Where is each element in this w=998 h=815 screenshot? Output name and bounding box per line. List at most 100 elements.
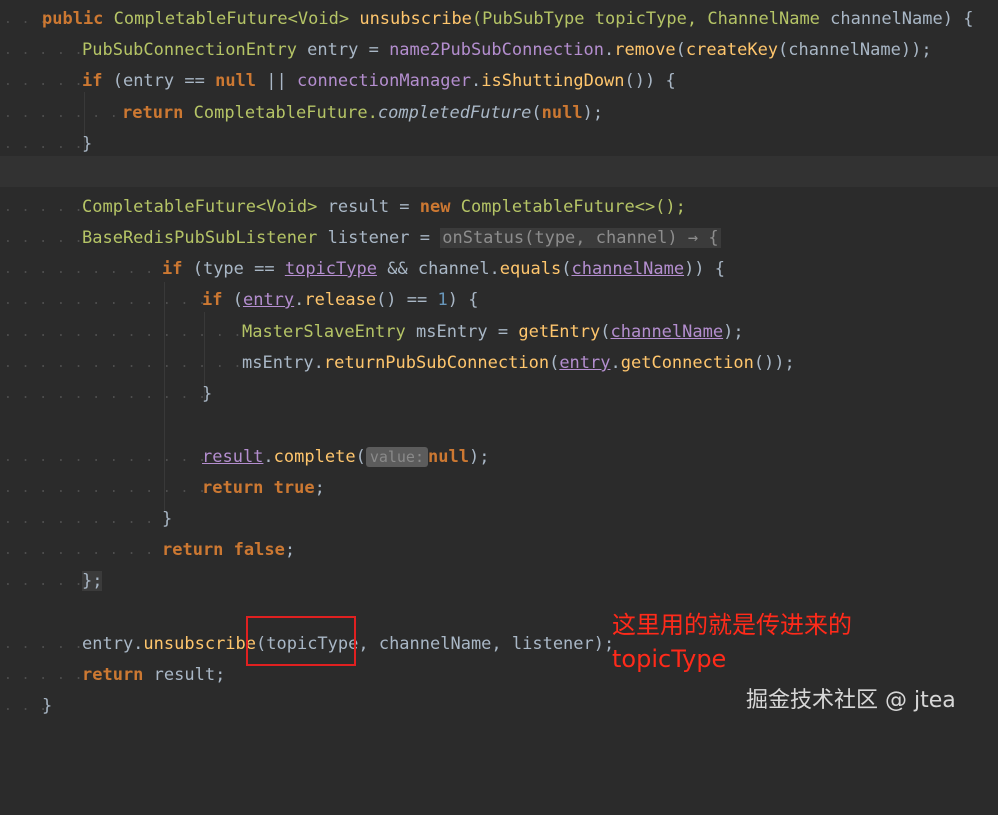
code-text: ( xyxy=(561,259,572,279)
code-text: entry = xyxy=(296,40,390,60)
code-text: msEntry = xyxy=(405,322,519,342)
code-text: ()) { xyxy=(624,71,676,91)
lambda-folded[interactable]: onStatus(type, channel) → { xyxy=(440,228,721,248)
keyword: public xyxy=(42,9,104,29)
code-line-10[interactable]: . . . . . . . . . . . . . . . . . . . . … xyxy=(0,285,998,316)
watermark: 掘金技术社区 @ jtea xyxy=(746,688,956,713)
keyword: true xyxy=(273,478,315,498)
code-line-9[interactable]: . . . . . . . . . . . . . . . . if (type… xyxy=(0,254,998,285)
code-text: ( xyxy=(531,103,542,123)
captured-variable: entry xyxy=(242,290,295,310)
code-text: . xyxy=(610,353,621,373)
type-name: PubSubConnectionEntry xyxy=(82,40,297,60)
code-text: . xyxy=(604,40,615,60)
method-call: equals xyxy=(499,259,562,279)
code-editor[interactable]: . . . . public CompletableFuture<Void> u… xyxy=(0,0,998,735)
method-call: remove xyxy=(614,40,676,60)
captured-variable: channelName xyxy=(610,322,724,342)
type-name: MasterSlaveEntry xyxy=(242,322,406,342)
code-text: CompletableFuture<>(); xyxy=(450,197,686,217)
code-text: (channelName)); xyxy=(778,40,932,60)
code-text: (type == xyxy=(182,259,285,279)
code-text: ( xyxy=(675,40,686,60)
code-text: ); xyxy=(582,103,604,123)
brace: } xyxy=(42,696,53,716)
captured-variable: entry xyxy=(559,353,611,373)
captured-variable: topicType xyxy=(284,259,377,279)
code-line-15[interactable]: . . . . . . . . . . . . . . . . . . . . … xyxy=(0,442,998,473)
code-text: entry. xyxy=(82,634,144,654)
code-line-12[interactable]: . . . . . . . . . . . . . . . . . . . . … xyxy=(0,348,998,379)
params: channelName) { xyxy=(819,9,974,29)
code-text: ( xyxy=(222,290,243,310)
annotation-line-2: topicType xyxy=(612,645,727,673)
code-line-19[interactable]: . . . . . . . . }; xyxy=(0,566,998,597)
field-name: connectionManager xyxy=(296,71,471,91)
captured-variable: channelName xyxy=(571,259,685,279)
code-line-17[interactable]: . . . . . . . . . . . . . . . . } xyxy=(0,504,998,535)
code-text: ( xyxy=(549,353,560,373)
code-text: result; xyxy=(143,665,226,685)
keyword: if xyxy=(202,290,223,310)
code-line-18[interactable]: . . . . . . . . . . . . . . . . return f… xyxy=(0,535,998,566)
method-call: createKey xyxy=(685,40,779,60)
keyword: return xyxy=(82,665,144,685)
brace: } xyxy=(162,509,173,529)
parameter-hint: value: xyxy=(365,447,428,467)
keyword: if xyxy=(82,71,103,91)
method-call: completedFuture xyxy=(377,103,532,123)
code-text: ) { xyxy=(447,290,479,310)
number-literal: 1 xyxy=(437,290,448,310)
code-text: ( xyxy=(600,322,611,342)
code-line-4[interactable]: . . . . . . . . . . . . return Completab… xyxy=(0,98,998,129)
highlight-box xyxy=(246,616,356,666)
code-line-2[interactable]: . . . . . . . . PubSubConnectionEntry en… xyxy=(0,35,998,66)
code-text: . xyxy=(470,71,482,91)
captured-variable: result xyxy=(202,447,264,467)
code-text: || xyxy=(256,71,297,91)
code-text: () == xyxy=(376,290,438,310)
method-call: complete xyxy=(273,447,356,467)
keyword: new xyxy=(419,197,451,217)
code-text: && channel. xyxy=(376,259,500,279)
code-line-11[interactable]: . . . . . . . . . . . . . . . . . . . . … xyxy=(0,317,998,348)
keyword: null xyxy=(428,447,469,467)
code-text: ; xyxy=(284,540,296,560)
code-line-14[interactable] xyxy=(0,410,998,441)
code-line-1[interactable]: . . . . public CompletableFuture<Void> u… xyxy=(0,4,998,35)
keyword: return xyxy=(162,540,224,560)
code-text: ( xyxy=(355,447,366,467)
code-text: (entry == xyxy=(102,71,216,91)
code-line-8[interactable]: . . . . . . . . BaseRedisPubSubListener … xyxy=(0,223,998,254)
code-line-6-current[interactable] xyxy=(0,156,998,187)
keyword: if xyxy=(162,259,183,279)
keyword: null xyxy=(541,103,583,123)
code-text: )) { xyxy=(684,259,726,279)
params: (PubSubType topicType, xyxy=(471,9,708,29)
code-line-7[interactable]: . . . . . . . . CompletableFuture<Void> … xyxy=(0,192,998,223)
method-call: isShuttingDown xyxy=(481,71,625,91)
code-text: . xyxy=(294,290,305,310)
keyword: return xyxy=(122,103,184,123)
brace: } xyxy=(202,384,213,404)
code-text: ); xyxy=(723,322,744,342)
code-text: ()); xyxy=(753,353,795,373)
type-name: CompletableFuture<Void> xyxy=(82,197,318,217)
method-call: unsubscribe xyxy=(143,634,257,654)
method-call: returnPubSubConnection xyxy=(323,353,550,373)
code-line-16[interactable]: . . . . . . . . . . . . . . . . . . . . … xyxy=(0,473,998,504)
keyword: null xyxy=(215,71,257,91)
method-name: unsubscribe xyxy=(359,9,472,29)
type-name: CompletableFuture<Void> xyxy=(113,9,350,29)
type-name: BaseRedisPubSubListener xyxy=(82,228,318,248)
code-line-3[interactable]: . . . . . . . . if (entry == null || con… xyxy=(0,66,998,97)
type-name: ChannelName xyxy=(707,9,820,29)
code-text: result = xyxy=(317,197,420,217)
method-call: release xyxy=(304,290,377,310)
code-line-13[interactable]: . . . . . . . . . . . . . . . . . . . . … xyxy=(0,379,998,410)
brace: } xyxy=(82,134,93,154)
keyword: return xyxy=(202,478,264,498)
method-call: getEntry xyxy=(518,322,601,342)
code-text: ); xyxy=(468,447,490,467)
method-call: getConnection xyxy=(620,353,754,373)
